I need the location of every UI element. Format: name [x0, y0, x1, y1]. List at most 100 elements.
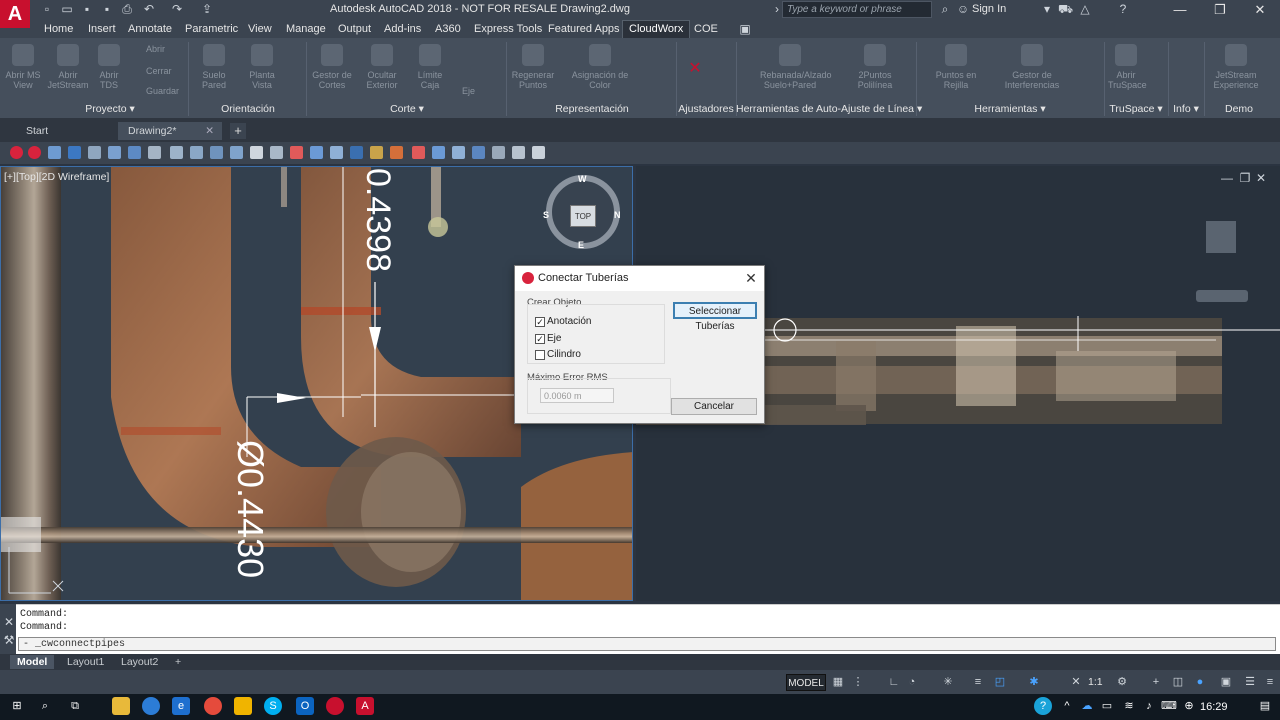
- help-icon[interactable]: ?: [1116, 2, 1130, 16]
- edge-icon[interactable]: e: [172, 697, 190, 715]
- undo-icon[interactable]: ↶: [142, 2, 156, 16]
- gestor-de-cortes-button[interactable]: Gestor de Cortes: [310, 42, 354, 100]
- customize-icon[interactable]: ☰: [1244, 676, 1256, 688]
- share-icon[interactable]: ⇪: [200, 2, 214, 16]
- close-tab-icon[interactable]: ✕: [205, 125, 214, 137]
- onedrive-icon[interactable]: ☁: [1078, 697, 1096, 715]
- tab-drawing2[interactable]: Drawing2* ✕: [118, 122, 222, 140]
- keyboard-icon[interactable]: ⌨: [1160, 697, 1178, 715]
- tool-icon[interactable]: [310, 146, 323, 159]
- tool-icon[interactable]: [350, 146, 363, 159]
- panel-representacion[interactable]: Representación: [508, 103, 676, 117]
- tool-icon[interactable]: [512, 146, 525, 159]
- ocultar-exterior-button[interactable]: Ocultar Exterior: [360, 42, 404, 100]
- tool-icon[interactable]: [472, 146, 485, 159]
- binoculars-icon[interactable]: ⌕: [938, 2, 952, 16]
- puntos-en-rejilla-button[interactable]: Puntos en Rejilla: [932, 42, 980, 100]
- tab-manage[interactable]: Manage: [286, 22, 326, 36]
- hardware-acceleration-icon[interactable]: ●: [1194, 676, 1206, 688]
- tab-annotate[interactable]: Annotate: [128, 22, 172, 36]
- asignacion-de-color-button[interactable]: Asignación de Color: [566, 42, 634, 100]
- limite-caja-button[interactable]: Límite Caja: [410, 42, 450, 100]
- tool-icon[interactable]: [148, 146, 161, 159]
- isolate-icon[interactable]: ◫: [1172, 676, 1184, 688]
- tab-home[interactable]: Home: [44, 22, 73, 36]
- windows-start-icon[interactable]: ⊞: [8, 697, 26, 715]
- rebanada-alzado-button[interactable]: Rebanada/Alzado Suelo+Pared: [760, 42, 832, 100]
- tool-icon[interactable]: [210, 146, 223, 159]
- tool-icon[interactable]: [48, 146, 61, 159]
- panel-auto-ajuste[interactable]: Herramientas de Auto-Ajuste de Línea ▾: [736, 103, 922, 117]
- clean-screen-icon[interactable]: ▣: [1220, 676, 1232, 688]
- app-icon[interactable]: [234, 697, 252, 715]
- cloudworx-alt-icon[interactable]: [28, 146, 41, 159]
- sign-in-link[interactable]: Sign In: [972, 3, 1006, 15]
- save-icon[interactable]: ▪: [80, 2, 94, 16]
- cloudworx-logo-icon[interactable]: [10, 146, 23, 159]
- annotation-visibility-icon[interactable]: ✱: [1028, 676, 1040, 688]
- abrir-jetstream-button[interactable]: Abrir JetStream: [46, 42, 90, 100]
- cart-icon[interactable]: ⛟: [1058, 2, 1073, 16]
- help-tray-icon[interactable]: ?: [1034, 697, 1052, 715]
- tool-icon[interactable]: [88, 146, 101, 159]
- tool-icon[interactable]: [432, 146, 445, 159]
- eje-checkbox[interactable]: ✓: [535, 334, 545, 344]
- connect-icon[interactable]: △: [1078, 2, 1092, 16]
- tab-coe[interactable]: COE: [694, 22, 718, 36]
- volume-icon[interactable]: ♪: [1140, 697, 1158, 715]
- wrench-icon[interactable]: ⚒: [2, 633, 16, 647]
- file-explorer-icon[interactable]: [112, 697, 130, 715]
- viewport-minimize-icon[interactable]: —: [1220, 171, 1234, 185]
- 2puntos-polilinea-button[interactable]: 2Puntos Polilínea: [850, 42, 900, 100]
- panel-orientacion[interactable]: Orientación: [190, 103, 306, 117]
- new-tab-icon[interactable]: +: [230, 123, 246, 139]
- chrome-icon[interactable]: [204, 697, 222, 715]
- osnap-icon[interactable]: ✳: [942, 676, 954, 688]
- panel-ajustadores[interactable]: Ajustadores: [676, 103, 736, 117]
- tab-add-ins[interactable]: Add-ins: [384, 22, 421, 36]
- abrir-tds-button[interactable]: Abrir TDS: [94, 42, 124, 100]
- polar-icon[interactable]: ◔: [906, 676, 918, 688]
- planta-vista-button[interactable]: Planta Vista: [242, 42, 282, 100]
- layout-tab-layout2[interactable]: Layout2: [114, 655, 165, 669]
- search-icon[interactable]: ⌕: [36, 697, 54, 715]
- autocad-taskbar-icon[interactable]: A: [356, 697, 374, 715]
- tool-icon[interactable]: [190, 146, 203, 159]
- restore-icon[interactable]: ❐: [1200, 0, 1240, 20]
- save-as-icon[interactable]: ▪: [100, 2, 114, 16]
- menu-icon[interactable]: ≡: [1264, 676, 1276, 688]
- tray-expand-icon[interactable]: ^: [1058, 697, 1076, 715]
- cloudworx-taskbar-icon[interactable]: [326, 697, 344, 715]
- user-icon[interactable]: ☺: [956, 2, 970, 16]
- eje-small-button[interactable]: Eje: [462, 86, 475, 96]
- annotation-scale-value[interactable]: 1:1: [1088, 676, 1103, 688]
- gear-icon[interactable]: ⚙: [1116, 676, 1128, 688]
- panel-info[interactable]: Info ▾: [1168, 103, 1204, 117]
- layout-tab-layout1[interactable]: Layout1: [60, 655, 111, 669]
- tab-a360[interactable]: A360: [435, 22, 461, 36]
- panel-herramientas[interactable]: Herramientas ▾: [916, 103, 1104, 117]
- adjusters-cross-icon[interactable]: ✕: [686, 58, 704, 77]
- chevron-down-icon[interactable]: ▾: [1040, 2, 1054, 16]
- rms-input[interactable]: 0.0060 m: [540, 388, 614, 403]
- open-file-icon[interactable]: ▭: [60, 2, 74, 16]
- minimize-icon[interactable]: —: [1160, 0, 1200, 20]
- language-icon[interactable]: ⊕: [1180, 697, 1198, 715]
- tool-icon[interactable]: [170, 146, 183, 159]
- wifi-icon[interactable]: ≋: [1120, 697, 1138, 715]
- dialog-close-icon[interactable]: ✕: [743, 270, 759, 286]
- tab-start[interactable]: Start: [16, 122, 58, 140]
- command-input[interactable]: - _cwconnectpipes: [18, 637, 1276, 651]
- lineweight-icon[interactable]: ≡: [972, 676, 984, 688]
- tool-icon[interactable]: [108, 146, 121, 159]
- redo-icon[interactable]: ↷: [170, 2, 184, 16]
- new-file-icon[interactable]: ▫: [40, 2, 54, 16]
- abrir-truspace-button[interactable]: Abrir TruSpace: [1108, 42, 1147, 100]
- ortho-icon[interactable]: ∟: [888, 676, 900, 688]
- tool-icon[interactable]: [128, 146, 141, 159]
- suelo-pared-button[interactable]: Suelo Pared: [194, 42, 234, 100]
- viewport-restore-icon[interactable]: ❐: [1238, 171, 1252, 185]
- selection-cycling-icon[interactable]: ◰: [994, 676, 1006, 688]
- tool-icon[interactable]: [412, 146, 425, 159]
- viewcube-top[interactable]: TOP: [570, 205, 596, 227]
